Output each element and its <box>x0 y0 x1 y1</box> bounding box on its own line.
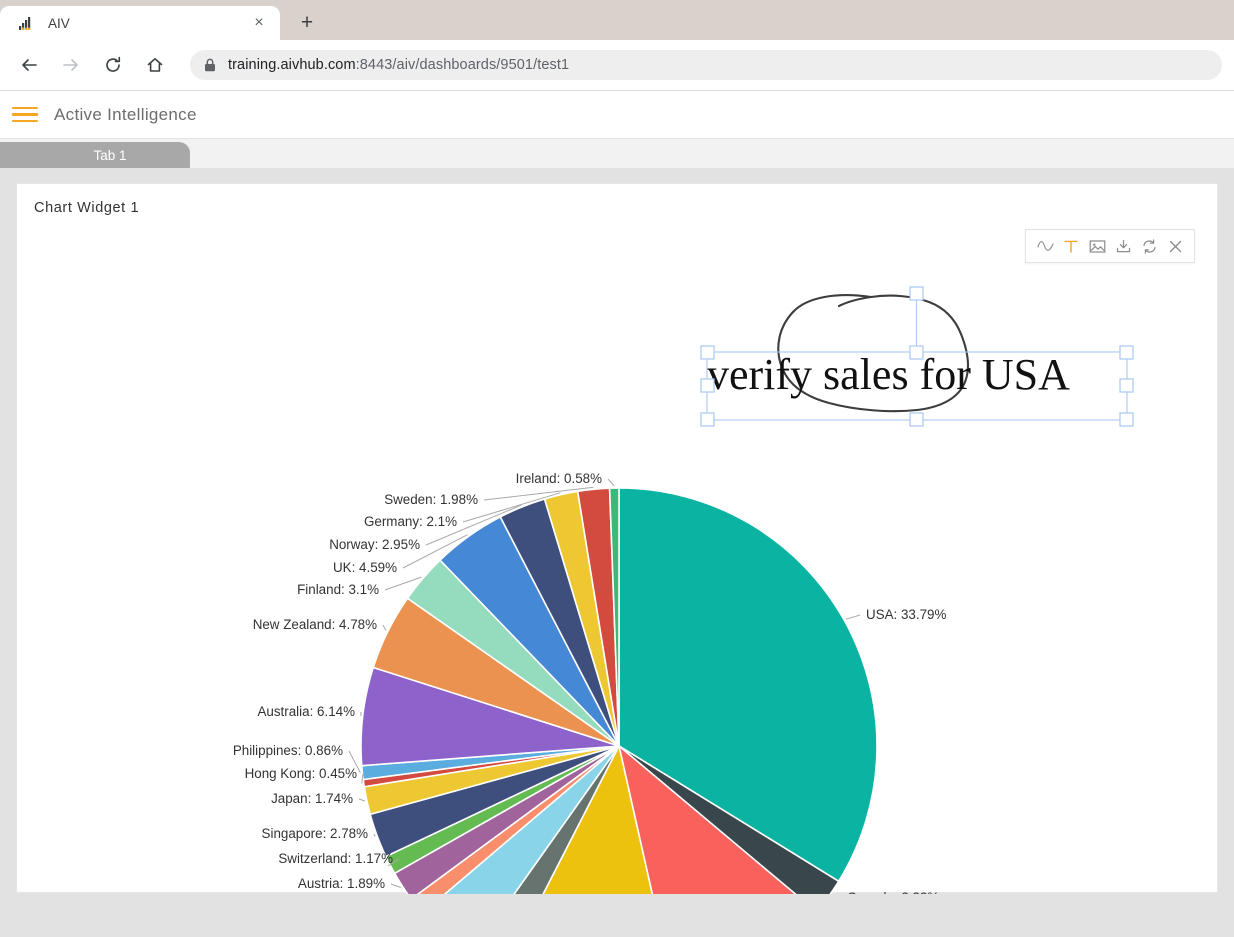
lock-icon <box>204 58 216 72</box>
annotation-layer: verify sales for USA <box>17 184 1217 894</box>
page-title: Active Intelligence <box>54 104 197 124</box>
bar-chart-favicon <box>18 15 36 31</box>
reload-icon[interactable] <box>96 48 130 82</box>
back-icon[interactable] <box>12 48 46 82</box>
text-annotation[interactable]: verify sales for USA <box>707 350 1070 399</box>
browser-tab-title: AIV <box>48 15 70 31</box>
address-bar[interactable]: training.aivhub.com:8443/aiv/dashboards/… <box>190 50 1222 80</box>
browser-toolbar: training.aivhub.com:8443/aiv/dashboards/… <box>0 40 1234 91</box>
dashboard-tab-1[interactable]: Tab 1 <box>0 142 190 168</box>
forward-icon[interactable] <box>54 48 88 82</box>
url-path: :8443/aiv/dashboards/9501/test1 <box>355 57 570 73</box>
hamburger-icon[interactable] <box>12 103 38 127</box>
aiv-application: Active Intelligence Tab 1 Chart Widget 1 <box>0 91 1234 937</box>
dashboard-tabbar: Tab 1 <box>0 139 1234 169</box>
url-host: training.aivhub.com <box>228 57 356 73</box>
browser-tab-aiv[interactable]: AIV × <box>0 6 280 40</box>
close-icon[interactable]: × <box>248 12 270 34</box>
home-icon[interactable] <box>138 48 172 82</box>
dashboard-canvas: Chart Widget 1 USA: 33.79% Austria: 1.89… <box>0 169 1234 937</box>
chart-widget-1: Chart Widget 1 USA: 33.79% Austria: 1.89… <box>16 183 1218 894</box>
new-tab-button[interactable]: + <box>292 7 322 37</box>
address-bar-url: training.aivhub.com:8443/aiv/dashboards/… <box>228 57 569 73</box>
browser-tabstrip: AIV × + <box>0 0 1234 40</box>
app-header: Active Intelligence <box>0 91 1234 139</box>
browser-window: AIV × + training.aivhub.com:8443/aiv/das… <box>0 0 1234 937</box>
